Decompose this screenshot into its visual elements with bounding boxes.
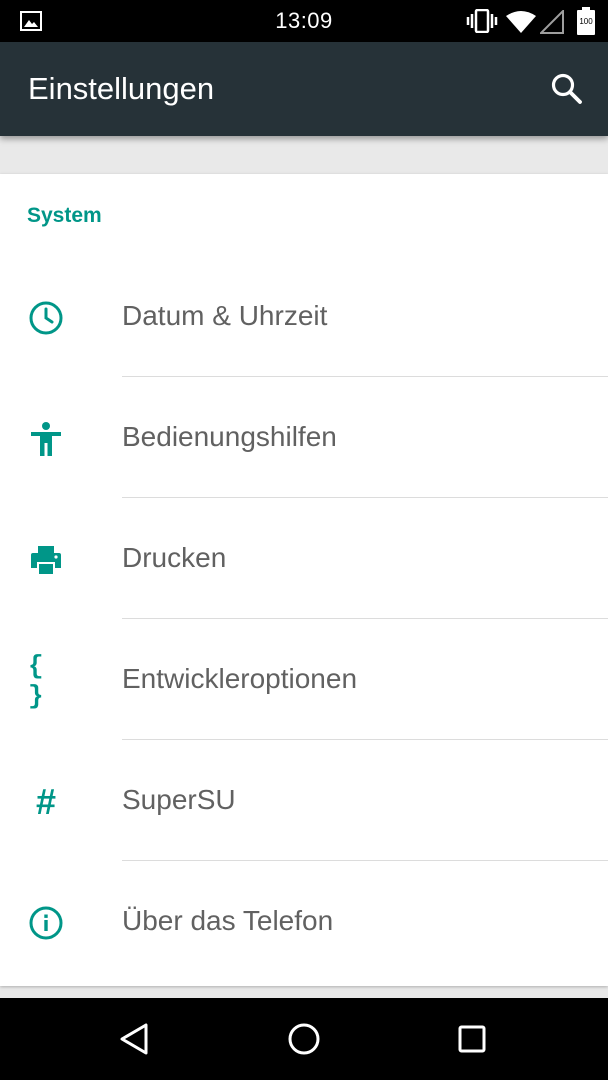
- battery-icon: 100: [577, 7, 595, 35]
- accessibility-icon: [28, 421, 64, 457]
- settings-item-label: Drucken: [122, 542, 227, 573]
- hash-icon: #: [28, 781, 64, 822]
- hash-glyph: #: [35, 781, 57, 822]
- status-bar: 13:09 100: [0, 0, 608, 42]
- settings-card: System Datum & Uhrzeit Bedienungshilfen: [0, 174, 608, 986]
- settings-item-ueber-das-telefon[interactable]: Über das Telefon: [0, 861, 608, 982]
- clock-icon: [28, 300, 64, 336]
- settings-item-drucken[interactable]: Drucken: [0, 498, 608, 619]
- recents-icon[interactable]: [452, 1019, 492, 1059]
- section-header: System: [27, 204, 102, 227]
- settings-item-label: SuperSU: [122, 784, 236, 815]
- search-icon[interactable]: [550, 72, 584, 106]
- settings-item-label: Datum & Uhrzeit: [122, 300, 328, 331]
- settings-item-bedienungshilfen[interactable]: Bedienungshilfen: [0, 377, 608, 498]
- wifi-icon: [506, 11, 536, 33]
- signal-icon: [540, 10, 564, 34]
- settings-item-label: Über das Telefon: [122, 905, 334, 936]
- info-icon: [28, 905, 64, 941]
- braces-icon: { }: [28, 651, 64, 711]
- settings-item-label: Bedienungshilfen: [122, 421, 337, 452]
- back-icon[interactable]: [116, 1019, 156, 1059]
- printer-icon: [28, 542, 64, 578]
- page-title: Einstellungen: [28, 71, 215, 106]
- navigation-bar: [0, 998, 608, 1080]
- battery-level: 100: [579, 17, 593, 26]
- vibrate-icon: [466, 9, 498, 33]
- settings-item-label: Entwickleroptionen: [122, 663, 358, 694]
- app-bar: Einstellungen: [0, 42, 608, 136]
- settings-item-supersu[interactable]: # SuperSU: [0, 740, 608, 861]
- braces-glyph: { }: [28, 651, 44, 711]
- settings-item-entwickleroptionen[interactable]: { } Entwickleroptionen: [0, 619, 608, 740]
- home-icon[interactable]: [284, 1019, 324, 1059]
- settings-item-datum-uhrzeit[interactable]: Datum & Uhrzeit: [0, 256, 608, 377]
